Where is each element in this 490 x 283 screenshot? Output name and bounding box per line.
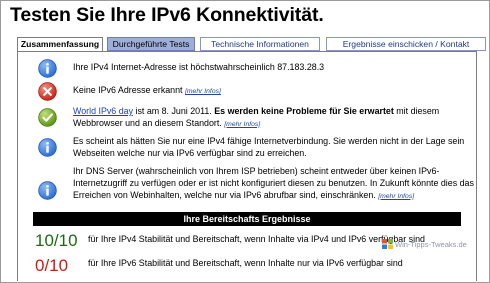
info-icon <box>38 59 57 78</box>
more-info-link[interactable]: [mehr Infos] <box>224 121 260 128</box>
page-title: Testen Sie Ihre IPv6 Konnektivität. <box>10 4 324 26</box>
tab-bar: Zusammenfassung Durchgeführte Tests Tech… <box>17 37 486 52</box>
results-heading: Ihre Bereitschafts Ergebnisse <box>33 212 461 226</box>
ipv4-only-text: Es scheint als hätten Sie nur eine IPv4 … <box>73 136 465 158</box>
ipv6-day-date: ist am 8. Juni 2011. <box>135 106 212 116</box>
watermark: Win-Tipps-Tweaks.de <box>382 239 467 249</box>
more-info-link[interactable]: [mehr Infos] <box>378 193 414 200</box>
dns-server-text: Ihr DNS Server (wahrscheinlich von Ihrem… <box>73 166 478 202</box>
ipv6-address-label: Keine IPv6 Adresse erkannt <box>73 85 183 95</box>
error-icon <box>38 82 57 101</box>
info-icon <box>38 181 57 200</box>
tab-performed-tests[interactable]: Durchgeführte Tests <box>107 37 195 51</box>
more-info-link[interactable]: [mehr Infos] <box>185 88 221 95</box>
checkmark-icon <box>38 108 57 127</box>
ipv6-address-text: Keine IPv6 Adresse erkannt [mehr Infos] <box>73 85 478 98</box>
ipv4-address-text: Ihre IPv4 Internet-Adresse ist höchstwah… <box>73 62 325 72</box>
windows-logo-icon <box>382 239 393 249</box>
ipv4-score: 10/10 <box>35 231 78 250</box>
ipv6-day-text: World IPv6 day ist am 8. Juni 2011. Es w… <box>73 106 478 131</box>
info-icon <box>38 138 57 157</box>
tab-submit-contact[interactable]: Ergebnisse einschicken / Kontakt <box>326 37 486 51</box>
ipv4-score-text: für Ihre IPv4 Stabilität und Bereitschaf… <box>88 234 425 244</box>
ipv6-score: 0/10 <box>35 256 69 275</box>
watermark-text: Win-Tipps-Tweaks.de <box>395 240 467 249</box>
tab-summary[interactable]: Zusammenfassung <box>17 37 103 52</box>
ipv6-score-text: für Ihre IPv6 Stabilität und Bereitschaf… <box>88 258 403 268</box>
tab-technical-info[interactable]: Technische Informationen <box>200 37 320 51</box>
ipv6-day-status: Es werden keine Probleme für Sie erwarte… <box>214 106 394 116</box>
page-frame: Testen Sie Ihre IPv6 Konnektivität. Zusa… <box>0 0 490 283</box>
world-ipv6-day-link[interactable]: World IPv6 day <box>73 106 133 116</box>
